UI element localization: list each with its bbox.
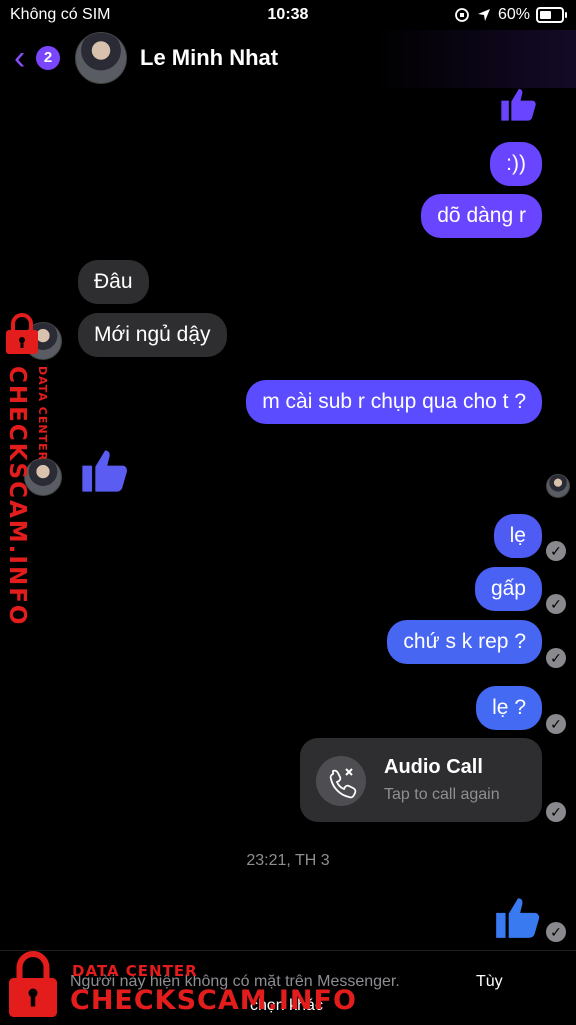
message-out[interactable]: :)) xyxy=(490,142,542,186)
chat-timestamp: 23:21, TH 3 xyxy=(246,852,330,869)
missed-call-icon xyxy=(316,756,366,806)
missed-call-card[interactable]: Audio Call Tap to call again xyxy=(300,738,542,822)
delivered-check-icon: ✓ xyxy=(546,714,566,734)
message-out[interactable]: lẹ ? xyxy=(476,686,542,730)
like-thumb-icon xyxy=(501,89,536,121)
message-out[interactable]: chứ s k rep ? xyxy=(387,620,542,664)
message-out[interactable]: lẹ xyxy=(493,514,542,558)
delivered-check-icon: ✓ xyxy=(546,802,566,822)
like-thumb-icon[interactable] xyxy=(78,444,130,496)
message-in[interactable]: Đâu xyxy=(78,260,149,304)
location-arrow-icon xyxy=(477,9,490,21)
contact-name[interactable]: Le Minh Nhat xyxy=(140,45,278,71)
watermark-big: CHECKSCAM.INFO xyxy=(70,985,357,1016)
battery-icon xyxy=(536,7,567,23)
orientation-lock-icon xyxy=(455,8,469,22)
delivered-check-icon: ✓ xyxy=(546,594,566,614)
contact-avatar[interactable] xyxy=(75,32,127,84)
more-options-link[interactable]: Tùy xyxy=(476,973,503,991)
chat-header: ‹ 2 Le Minh Nhat xyxy=(0,30,576,88)
padlock-icon xyxy=(9,951,57,1017)
unread-badge[interactable]: 2 xyxy=(36,46,60,70)
call-title: Audio Call xyxy=(384,756,483,778)
message-in[interactable]: Mới ngủ dậy xyxy=(78,313,227,357)
delivered-check-icon: ✓ xyxy=(546,541,566,561)
seen-avatar xyxy=(546,474,570,498)
status-right: 60% xyxy=(454,6,567,24)
delivered-check-icon: ✓ xyxy=(546,648,566,668)
like-thumb-icon[interactable] xyxy=(492,892,542,942)
back-chevron-icon[interactable]: ‹ xyxy=(14,41,25,75)
padlock-icon xyxy=(6,313,38,354)
battery-percent: 60% xyxy=(497,6,530,23)
watermark-small: DATA CENTER xyxy=(72,962,198,980)
call-subtitle: Tap to call again xyxy=(384,786,500,803)
message-out[interactable]: m cài sub r chụp qua cho t ? xyxy=(246,380,542,424)
status-bar: Không có SIM 10:38 60% xyxy=(0,0,576,30)
watermark-vertical: CHECKSCAM.INFO xyxy=(4,366,30,627)
watermark-vertical-small: DATA CENTER xyxy=(36,366,49,462)
delivered-check-icon: ✓ xyxy=(546,922,566,942)
message-out[interactable]: dõ dàng r xyxy=(421,194,542,238)
battery-fill xyxy=(540,11,551,19)
message-out[interactable]: gấp xyxy=(474,567,542,611)
